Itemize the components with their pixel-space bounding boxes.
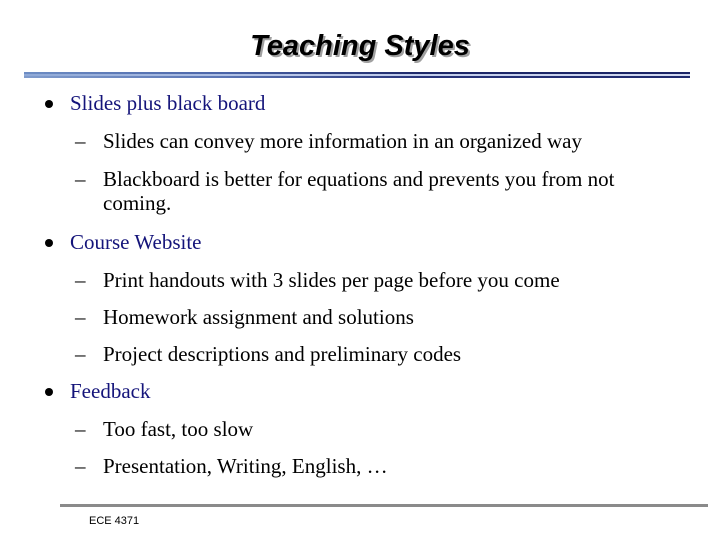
sub-bullet-item: – Print handouts with 3 slides per page … bbox=[75, 268, 673, 292]
sub-bullet-text: Too fast, too slow bbox=[103, 417, 254, 441]
sub-bullet-item: – Blackboard is better for equations and… bbox=[75, 167, 673, 215]
bullet-item: Slides plus black board bbox=[45, 91, 266, 115]
sub-bullet-text: Project descriptions and preliminary cod… bbox=[103, 342, 462, 366]
bullet-item: Course Website bbox=[45, 230, 202, 254]
bullet-item: Feedback bbox=[45, 379, 151, 403]
bullet-text: Feedback bbox=[70, 379, 151, 403]
sub-bullet-text: Homework assignment and solutions bbox=[103, 305, 414, 329]
rule-stripe-bottom bbox=[24, 76, 690, 78]
dash-icon: – bbox=[75, 268, 86, 292]
title-underline-rule bbox=[24, 72, 690, 78]
bullet-dot-icon bbox=[45, 239, 53, 247]
sub-bullet-item: – Project descriptions and preliminary c… bbox=[75, 342, 673, 366]
bullet-text: Slides plus black board bbox=[70, 91, 266, 115]
dash-icon: – bbox=[75, 129, 86, 153]
sub-bullet-item: – Presentation, Writing, English, … bbox=[75, 454, 673, 478]
dash-icon: – bbox=[75, 417, 86, 441]
dash-icon: – bbox=[75, 454, 86, 478]
slide-title: Teaching Styles bbox=[250, 30, 470, 62]
dash-icon: – bbox=[75, 342, 86, 366]
dash-icon: – bbox=[75, 167, 86, 191]
slide: Teaching Styles Slides plus black board … bbox=[0, 0, 720, 540]
bullet-dot-icon bbox=[45, 388, 53, 396]
dash-icon: – bbox=[75, 305, 86, 329]
bullet-text: Course Website bbox=[70, 230, 202, 254]
sub-bullet-text: Presentation, Writing, English, … bbox=[103, 454, 388, 478]
sub-bullet-text: Print handouts with 3 slides per page be… bbox=[103, 268, 560, 292]
sub-bullet-item: – Homework assignment and solutions bbox=[75, 305, 673, 329]
footer-rule bbox=[60, 504, 708, 507]
sub-bullet-text: Blackboard is better for equations and p… bbox=[103, 167, 615, 215]
sub-bullet-text: Slides can convey more information in an… bbox=[103, 129, 582, 153]
sub-bullet-item: – Slides can convey more information in … bbox=[75, 129, 673, 153]
bullet-dot-icon bbox=[45, 100, 53, 108]
footer-course-label: ECE 4371 bbox=[89, 515, 140, 527]
sub-bullet-item: – Too fast, too slow bbox=[75, 417, 673, 441]
